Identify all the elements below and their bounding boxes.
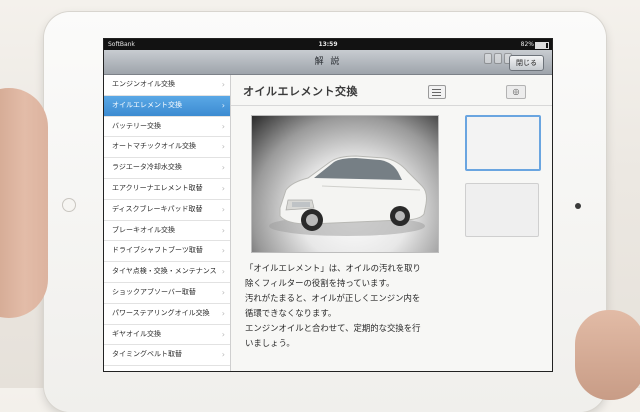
sidebar-item[interactable]: タイヤ点検・交換・メンテナンス › — [104, 262, 230, 283]
sidebar-item[interactable]: ショックアブソーバー取替 › — [104, 283, 230, 304]
sidebar-item[interactable]: エンジンオイル交換 › — [104, 75, 230, 96]
chevron-right-icon: › — [221, 163, 225, 173]
image-thumbnail[interactable] — [465, 183, 539, 237]
tablet-home-button — [62, 198, 76, 212]
right-hand — [575, 310, 640, 400]
list-icon[interactable] — [428, 85, 446, 99]
sidebar-item[interactable]: ブレーキオイル交換 › — [104, 221, 230, 242]
sidebar-item-label: ディスクブレーキパッド取替 — [112, 204, 203, 213]
sidebar-item[interactable]: バッテリー交換 › — [104, 117, 230, 138]
car-illustration — [269, 155, 427, 236]
sidebar-item[interactable]: ギヤオイル交換 › — [104, 325, 230, 346]
image-thumbnail-selected[interactable] — [465, 115, 541, 171]
settings-ring-icon[interactable]: ◎ — [506, 85, 526, 99]
sidebar-item-label: オートマチックオイル交換 — [112, 142, 196, 151]
chevron-right-icon: › — [221, 183, 225, 193]
description-text: 「オイルエレメント」は、オイルの汚れを取り 除くフィルターの役割を持っています。汚… — [245, 261, 455, 351]
sidebar-item[interactable]: ディスクブレーキパッド取替 › — [104, 200, 230, 221]
battery-percent: 82% — [520, 41, 534, 48]
chevron-right-icon: › — [221, 225, 225, 235]
chevron-right-icon: › — [221, 308, 225, 318]
sidebar-item[interactable]: オートマチックオイル交換 › — [104, 137, 230, 159]
chevron-right-icon: › — [221, 246, 225, 256]
tablet-camera — [575, 203, 581, 209]
chevron-right-icon: › — [221, 80, 225, 89]
divider — [231, 105, 552, 106]
sidebar-item-label: オイルエレメント交換 — [112, 100, 182, 109]
battery-icon — [535, 42, 549, 49]
sidebar-item-label: タイミングベルト取替 — [112, 350, 182, 359]
topic-sidebar: エンジンオイル交換 › オイルエレメント交換 › バッテリー交換 › オートマチックオイル交… — [104, 75, 231, 371]
sidebar-item[interactable]: パワーステアリングオイル交換 › — [104, 304, 230, 325]
left-hand — [0, 88, 48, 318]
status-time: 13:59 — [318, 41, 338, 48]
chevron-right-icon: › — [221, 100, 225, 110]
sidebar-item-label: ラジエータ冷却水交換 — [112, 163, 182, 172]
chevron-right-icon: › — [221, 329, 225, 339]
chevron-right-icon: › — [221, 350, 225, 360]
sidebar-item-label: ギヤオイル交換 — [112, 329, 161, 338]
car-image — [251, 115, 439, 253]
sidebar-item[interactable]: タイミングベルト取替 › — [104, 345, 230, 367]
description-line: 循環できなくなります。 — [245, 308, 337, 318]
sidebar-item-label: タイヤ点検・交換・メンテナンス — [112, 267, 217, 276]
sidebar-item[interactable]: ドライブシャフトブーツ取替 › — [104, 241, 230, 263]
modal-body: エンジンオイル交換 › オイルエレメント交換 › バッテリー交換 › オートマチックオイル交… — [104, 75, 552, 371]
content-panel: オイルエレメント交換 ◎ 「オイルエレメント」は、オイルの汚れを取り 除くフィル… — [231, 75, 552, 371]
page-title: オイルエレメント交換 — [243, 85, 358, 98]
chevron-right-icon: › — [221, 142, 225, 152]
chevron-right-icon: › — [221, 287, 225, 297]
chevron-right-icon: › — [221, 267, 225, 277]
sidebar-item[interactable]: オイルエレメント交換 › — [104, 95, 230, 117]
sidebar-item-label: ドライブシャフトブーツ取替 — [112, 246, 203, 255]
sidebar-item-label: エンジンオイル交換 — [112, 80, 175, 88]
chevron-right-icon: › — [221, 204, 225, 214]
sidebar-item-label: エアクリーナエレメント取替 — [112, 183, 203, 192]
sidebar-item[interactable]: エアクリーナエレメント取替 › — [104, 179, 230, 200]
sidebar-item-label: パワーステアリングオイル交換 — [112, 308, 210, 317]
app-screen: SoftBank 13:59 82% 解 説 閉じる エンジンオイル交換 › オイル… — [103, 38, 553, 372]
modal-title: 解 説 — [314, 57, 342, 67]
sidebar-item-label: バッテリー交換 — [112, 121, 161, 130]
sidebar-item[interactable]: ラジエータ冷却水交換 › — [104, 158, 230, 179]
sidebar-item-label: ショックアブソーバー取替 — [112, 287, 196, 296]
description-line: エンジンオイルと合わせて、定期的な交換を行 — [245, 323, 421, 333]
status-bar: SoftBank 13:59 82% — [104, 39, 552, 50]
sidebar-item-label: ブレーキオイル交換 — [112, 225, 175, 234]
close-button[interactable]: 閉じる — [509, 55, 544, 71]
description-line: 「オイルエレメント」は、オイルの汚れを取り — [245, 263, 421, 273]
description-line: いましょう。 — [245, 338, 295, 348]
modal-header: 解 説 閉じる — [104, 50, 552, 74]
description-line: 汚れがたまると、オイルが正しくエンジン内を — [245, 293, 421, 303]
chevron-right-icon: › — [221, 121, 225, 131]
description-line: 除くフィルターの役割を持っています。 — [245, 278, 395, 288]
